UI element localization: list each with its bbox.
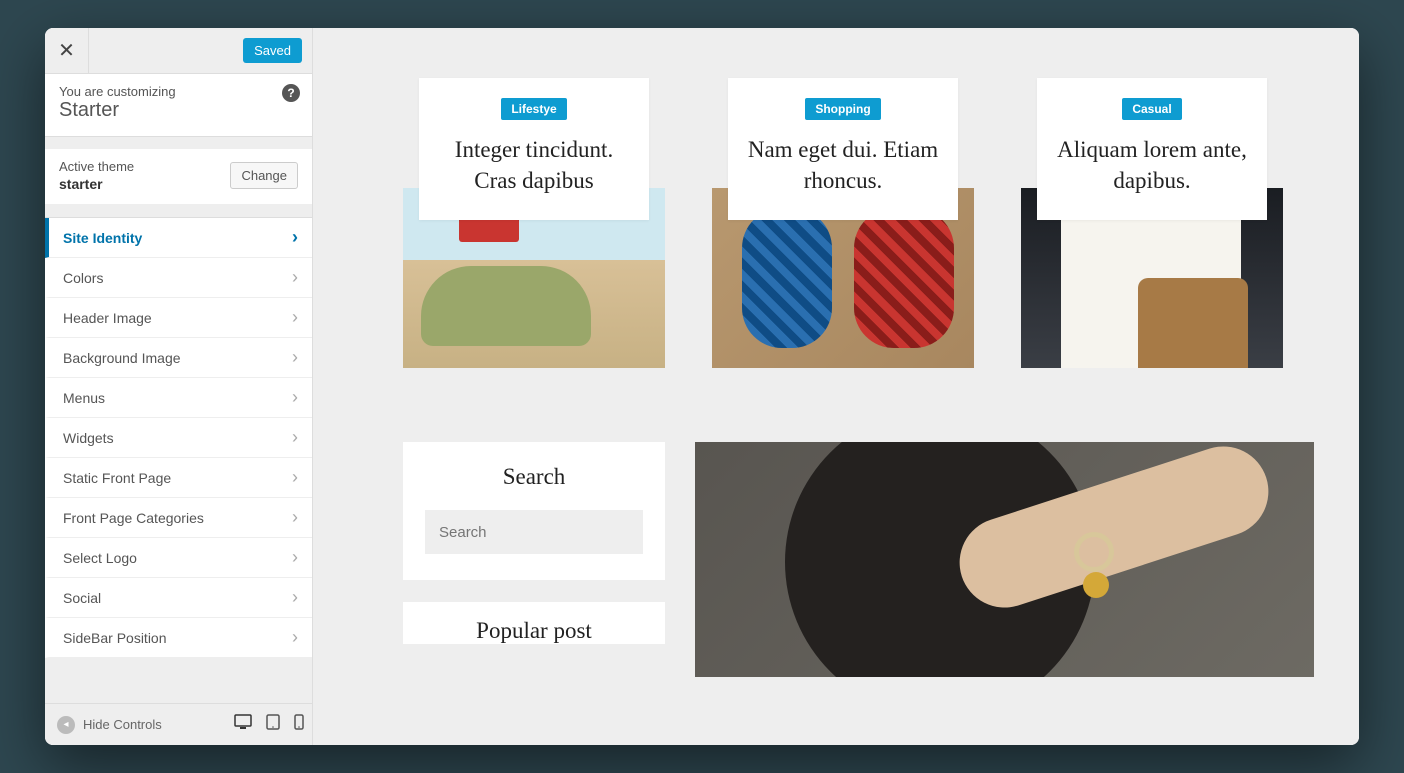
menu-list: Site Identity › Colors › Header Image › … <box>45 217 312 703</box>
menu-item-static-front-page[interactable]: Static Front Page › <box>45 458 312 498</box>
menu-item-label: SideBar Position <box>63 630 167 646</box>
menu-item-social[interactable]: Social › <box>45 578 312 618</box>
preview-pane[interactable]: Lifestye Integer tincidunt. Cras dapibus… <box>313 28 1359 745</box>
menu-item-label: Site Identity <box>63 230 142 246</box>
menu-item-label: Background Image <box>63 350 181 366</box>
customizer-sidebar: ✕ Saved You are customizing Starter ? Ac… <box>45 28 313 745</box>
post-title[interactable]: Nam eget dui. Etiam rhoncus. <box>746 134 940 196</box>
chevron-right-icon: › <box>292 467 298 488</box>
category-badge[interactable]: Casual <box>1122 98 1181 120</box>
post-title[interactable]: Aliquam lorem ante, dapibus. <box>1055 134 1249 196</box>
help-icon[interactable]: ? <box>282 84 300 102</box>
chevron-right-icon: › <box>292 227 298 248</box>
chevron-right-icon: › <box>292 267 298 288</box>
app-window: ✕ Saved You are customizing Starter ? Ac… <box>45 28 1359 745</box>
chevron-right-icon: › <box>292 627 298 648</box>
hero-image[interactable] <box>695 442 1314 677</box>
post-title[interactable]: Integer tincidunt. Cras dapibus <box>437 134 631 196</box>
decor-pendant <box>1083 572 1109 598</box>
chevron-right-icon: › <box>292 547 298 568</box>
menu-item-colors[interactable]: Colors › <box>45 258 312 298</box>
card-box: Casual Aliquam lorem ante, dapibus. <box>1037 78 1267 220</box>
active-theme-info: Active theme starter <box>59 159 134 192</box>
chevron-right-icon: › <box>292 387 298 408</box>
menu-item-sidebar-position[interactable]: SideBar Position › <box>45 618 312 658</box>
close-button[interactable]: ✕ <box>45 28 89 74</box>
popular-post-widget: Popular post <box>403 602 665 644</box>
post-card[interactable]: Lifestye Integer tincidunt. Cras dapibus <box>403 78 665 368</box>
menu-item-select-logo[interactable]: Select Logo › <box>45 538 312 578</box>
saved-button[interactable]: Saved <box>243 38 302 63</box>
category-badge[interactable]: Shopping <box>805 98 880 120</box>
menu-item-label: Header Image <box>63 310 152 326</box>
category-badge[interactable]: Lifestye <box>501 98 566 120</box>
menu-item-label: Select Logo <box>63 550 137 566</box>
menu-item-header-image[interactable]: Header Image › <box>45 298 312 338</box>
desktop-icon[interactable] <box>234 714 252 735</box>
menu-item-site-identity[interactable]: Site Identity › <box>45 218 312 258</box>
lower-row: Search Popular post <box>403 442 1314 677</box>
search-widget: Search <box>403 442 665 580</box>
chevron-right-icon: › <box>292 307 298 328</box>
close-icon: ✕ <box>58 38 75 63</box>
search-heading: Search <box>425 464 643 490</box>
mobile-icon[interactable] <box>294 714 304 735</box>
menu-item-label: Colors <box>63 270 103 286</box>
post-card[interactable]: Shopping Nam eget dui. Etiam rhoncus. <box>712 78 974 368</box>
customizing-block: You are customizing Starter ? <box>45 74 312 137</box>
sidebar-footer: ◂ Hide Controls <box>45 703 312 745</box>
menu-item-label: Social <box>63 590 101 606</box>
popular-heading: Popular post <box>425 618 643 644</box>
search-input[interactable] <box>425 510 643 554</box>
customizing-label: You are customizing <box>59 84 298 99</box>
collapse-left-icon: ◂ <box>57 716 75 734</box>
menu-item-label: Static Front Page <box>63 470 171 486</box>
chevron-right-icon: › <box>292 427 298 448</box>
menu-item-front-page-categories[interactable]: Front Page Categories › <box>45 498 312 538</box>
change-theme-button[interactable]: Change <box>230 162 298 189</box>
card-box: Lifestye Integer tincidunt. Cras dapibus <box>419 78 649 220</box>
menu-item-widgets[interactable]: Widgets › <box>45 418 312 458</box>
menu-item-label: Widgets <box>63 430 114 446</box>
sidebar-header: ✕ Saved <box>45 28 312 74</box>
sidebar-widgets: Search Popular post <box>403 442 665 677</box>
active-theme-label: Active theme <box>59 159 134 174</box>
device-preview-icons <box>234 714 304 735</box>
cards-row: Lifestye Integer tincidunt. Cras dapibus… <box>403 78 1314 368</box>
decor-bracelet <box>1074 532 1114 572</box>
menu-item-menus[interactable]: Menus › <box>45 378 312 418</box>
active-theme-name: starter <box>59 176 134 192</box>
hide-controls-button[interactable]: ◂ Hide Controls <box>57 716 162 734</box>
site-title: Starter <box>59 99 298 122</box>
menu-item-label: Front Page Categories <box>63 510 204 526</box>
chevron-right-icon: › <box>292 507 298 528</box>
chevron-right-icon: › <box>292 347 298 368</box>
tablet-icon[interactable] <box>266 714 280 735</box>
post-card[interactable]: Casual Aliquam lorem ante, dapibus. <box>1021 78 1283 368</box>
hide-controls-label: Hide Controls <box>83 717 162 732</box>
menu-item-background-image[interactable]: Background Image › <box>45 338 312 378</box>
active-theme-block: Active theme starter Change <box>45 149 312 205</box>
chevron-right-icon: › <box>292 587 298 608</box>
menu-item-label: Menus <box>63 390 105 406</box>
card-box: Shopping Nam eget dui. Etiam rhoncus. <box>728 78 958 220</box>
